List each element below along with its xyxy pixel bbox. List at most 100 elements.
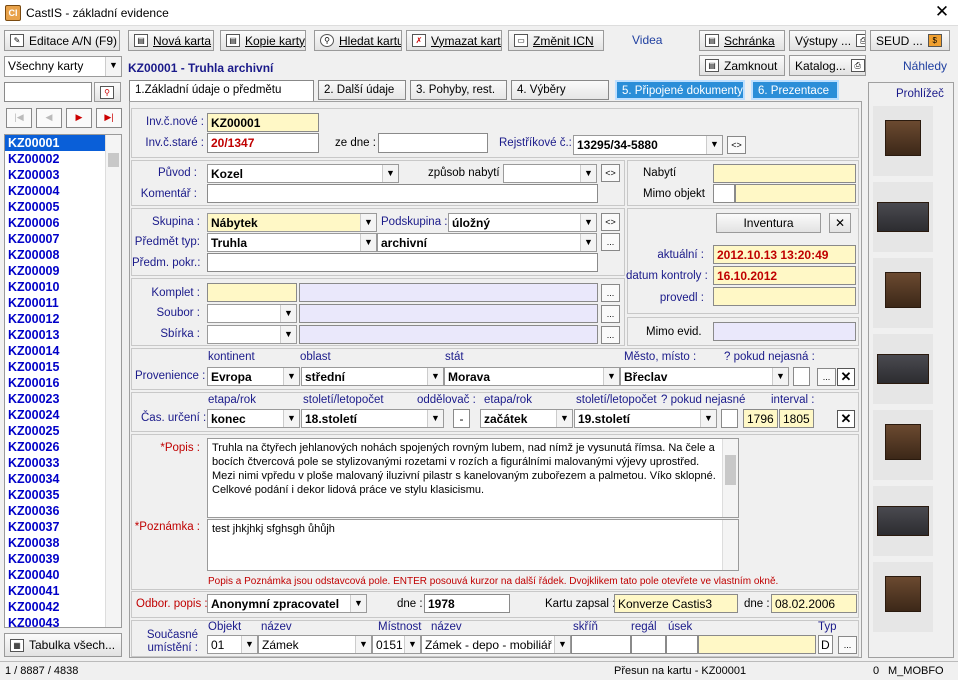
- skupina-select[interactable]: Nábytek ▼: [207, 213, 377, 232]
- list-item[interactable]: KZ00036: [5, 503, 105, 519]
- regal-field[interactable]: [631, 635, 666, 654]
- thumbnail[interactable]: [873, 182, 933, 252]
- list-item[interactable]: KZ00002: [5, 151, 105, 167]
- close-icon[interactable]: ✕: [930, 2, 954, 24]
- tabulka-vsech-button[interactable]: ▦ Tabulka všech...: [4, 633, 122, 657]
- tab-dokumenty[interactable]: 5. Připojené dokumenty: [615, 80, 745, 100]
- typ-field[interactable]: D: [818, 635, 833, 654]
- poznamka-textarea[interactable]: test jhkjhkj sfghsgh ůhůjh: [207, 519, 739, 571]
- poznamka-scrollbar[interactable]: [722, 520, 738, 570]
- stoleti2-select[interactable]: 19.století ▼: [574, 409, 717, 428]
- rok-do-field[interactable]: 1805: [779, 409, 814, 428]
- thumbnail[interactable]: [873, 106, 933, 176]
- list-item[interactable]: KZ00039: [5, 551, 105, 567]
- umisteni-more-icon[interactable]: ...: [838, 636, 857, 654]
- provenience-nejasna-field[interactable]: [793, 367, 810, 386]
- list-item[interactable]: KZ00004: [5, 183, 105, 199]
- list-item[interactable]: KZ00007: [5, 231, 105, 247]
- rok-od-field[interactable]: 1796: [743, 409, 778, 428]
- mimo-evid-field[interactable]: [713, 322, 856, 341]
- list-item[interactable]: KZ00009: [5, 263, 105, 279]
- list-item[interactable]: KZ00026: [5, 439, 105, 455]
- list-item[interactable]: KZ00006: [5, 215, 105, 231]
- inventura-button[interactable]: Inventura: [716, 213, 821, 233]
- list-item[interactable]: KZ00024: [5, 407, 105, 423]
- list-item[interactable]: KZ00008: [5, 247, 105, 263]
- tab-dalsi[interactable]: 2. Další údaje: [318, 80, 406, 100]
- komplet-name-field[interactable]: [299, 283, 598, 302]
- tab-prezentace[interactable]: 6. Prezentace: [751, 80, 839, 100]
- list-item[interactable]: KZ00010: [5, 279, 105, 295]
- editace-button[interactable]: ✎ Editace A/N (F9): [4, 30, 120, 51]
- katalog-button[interactable]: Katalog... ⎙: [789, 55, 866, 76]
- mistnost-nazev-select[interactable]: Zámek - depo - mobiliář ▼: [421, 635, 571, 654]
- list-item[interactable]: KZ00034: [5, 471, 105, 487]
- rejstrik-swap-icon[interactable]: <>: [727, 136, 746, 154]
- soubor-more-icon[interactable]: ...: [601, 305, 620, 323]
- usek-field[interactable]: [666, 635, 698, 654]
- list-item[interactable]: KZ00016: [5, 375, 105, 391]
- popis-scrollbar[interactable]: [722, 439, 738, 517]
- soubor-select[interactable]: ▼: [207, 304, 297, 323]
- pokr-field[interactable]: [207, 253, 598, 272]
- predmet2-select[interactable]: archivní ▼: [377, 233, 597, 252]
- kontinent-select[interactable]: Evropa ▼: [207, 367, 300, 386]
- stat-select[interactable]: Morava ▼: [444, 367, 620, 386]
- sbirka-more-icon[interactable]: ...: [601, 326, 620, 344]
- quick-search-input[interactable]: [4, 82, 92, 102]
- thumbnail[interactable]: [873, 258, 933, 328]
- list-item[interactable]: KZ00040: [5, 567, 105, 583]
- prohlizec-label[interactable]: Prohlížeč: [896, 88, 944, 100]
- mimo-objekt-check[interactable]: [713, 184, 735, 203]
- oblast-select[interactable]: střední ▼: [301, 367, 444, 386]
- list-item[interactable]: KZ00033: [5, 455, 105, 471]
- list-item[interactable]: KZ00041: [5, 583, 105, 599]
- card-list[interactable]: KZ00001 KZ00002 KZ00003 KZ00004 KZ00005 KZ000…: [4, 134, 122, 628]
- thumbnail[interactable]: [873, 334, 933, 404]
- mesto-select[interactable]: Břeclav ▼: [620, 367, 789, 386]
- last-record-icon[interactable]: ▶|: [96, 108, 122, 128]
- nova-karta-button[interactable]: ▤ Nová karta: [128, 30, 214, 51]
- etapa2-select[interactable]: začátek ▼: [480, 409, 573, 428]
- list-item[interactable]: KZ00013: [5, 327, 105, 343]
- podskupina-select[interactable]: úložný ▼: [448, 213, 597, 232]
- list-item[interactable]: KZ00025: [5, 423, 105, 439]
- list-item[interactable]: KZ00037: [5, 519, 105, 535]
- thumbnail[interactable]: [873, 562, 933, 632]
- videa-link[interactable]: Videa: [632, 33, 662, 47]
- nabyti-field[interactable]: [713, 164, 856, 183]
- list-item[interactable]: KZ00035: [5, 487, 105, 503]
- list-item[interactable]: KZ00011: [5, 295, 105, 311]
- list-item[interactable]: KZ00015: [5, 359, 105, 375]
- inv-stare-field[interactable]: 20/1347: [207, 133, 319, 153]
- skupina-swap-icon[interactable]: <>: [601, 213, 620, 231]
- ze-dne-field[interactable]: [378, 133, 488, 153]
- mistnost-select[interactable]: 0151 ▼: [372, 635, 421, 654]
- seud-button[interactable]: SEUD ... $: [870, 30, 950, 51]
- list-item[interactable]: KZ00003: [5, 167, 105, 183]
- etapa1-select[interactable]: konec ▼: [207, 409, 300, 428]
- rejstrik-select[interactable]: 13295/34-5880 ▼: [573, 135, 723, 155]
- filter-select[interactable]: Všechny karty ▼: [4, 56, 122, 77]
- mimo-objekt-field[interactable]: [735, 184, 856, 203]
- tab-vybery[interactable]: 4. Výběry: [511, 80, 609, 100]
- search-button[interactable]: ⚲: [94, 82, 121, 102]
- puvod-select[interactable]: Kozel ▼: [207, 164, 399, 183]
- komplet-field[interactable]: [207, 283, 297, 302]
- provenience-clear-icon[interactable]: ✕: [837, 368, 855, 386]
- soubor-name-field[interactable]: [299, 304, 598, 323]
- vymazat-kartu-button[interactable]: ✗ Vymazat kartu: [406, 30, 502, 51]
- list-item[interactable]: KZ00023: [5, 391, 105, 407]
- thumbnail[interactable]: [873, 410, 933, 480]
- popis-textarea[interactable]: Truhla na čtyřech jehlanových nohách spo…: [207, 438, 739, 518]
- thumbnail[interactable]: [873, 486, 933, 556]
- list-scrollbar[interactable]: [105, 135, 121, 627]
- kopie-karty-button[interactable]: ▤ Kopie karty: [220, 30, 306, 51]
- objekt-select[interactable]: 01 ▼: [207, 635, 258, 654]
- predmet-select[interactable]: Truhla ▼: [207, 233, 377, 252]
- odbor-dne-field[interactable]: 1978: [424, 594, 510, 613]
- cas-nejasne-field[interactable]: [721, 409, 738, 428]
- zpusob-select[interactable]: ▼: [503, 164, 597, 183]
- list-item[interactable]: KZ00043: [5, 615, 105, 627]
- kontrola-field[interactable]: 16.10.2012: [713, 266, 856, 285]
